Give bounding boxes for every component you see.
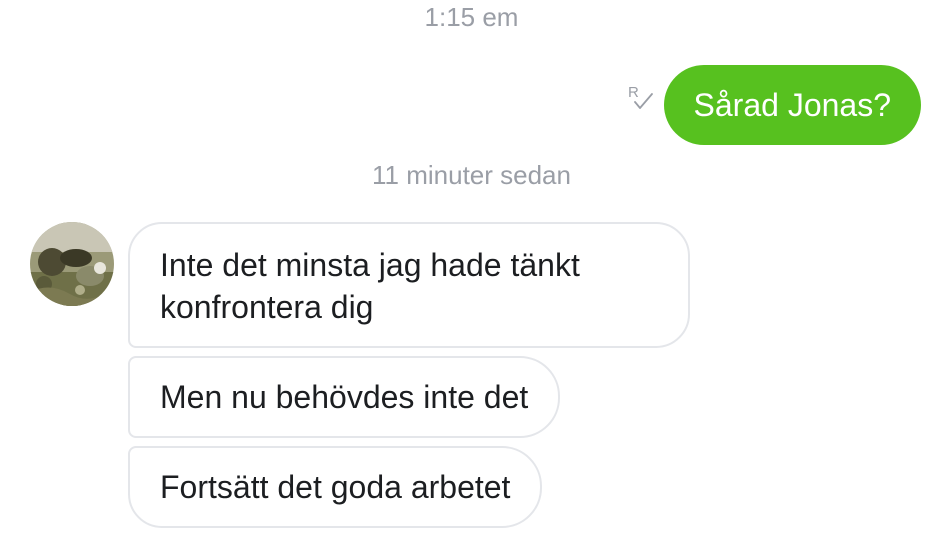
message-line: Inte det minsta jag hade tänkt [160,247,580,283]
received-message-bubble[interactable]: Fortsätt det goda arbetet [128,446,543,528]
chat-thread: 1:15 em R Sårad Jonas? 11 minuter sedan … [0,0,943,536]
svg-text:R: R [628,84,639,101]
read-receipt-icon: R [626,82,656,116]
message-text: Men nu behövdes inte det [160,379,529,415]
sent-message-bubble[interactable]: Sårad Jonas? [663,65,921,145]
received-message-bubble[interactable]: Men nu behövdes inte det [128,356,561,438]
contact-avatar[interactable] [30,222,114,306]
message-text: Fortsätt det goda arbetet [160,469,511,505]
received-message-bubble[interactable]: Inte det minsta jag hade tänkt konfronte… [128,222,690,348]
timestamp: 1:15 em [424,2,519,32]
message-line: konfrontera dig [160,289,374,325]
sent-message-row: R Sårad Jonas? [626,65,921,145]
timestamp: 11 minuter sedan [372,160,571,190]
